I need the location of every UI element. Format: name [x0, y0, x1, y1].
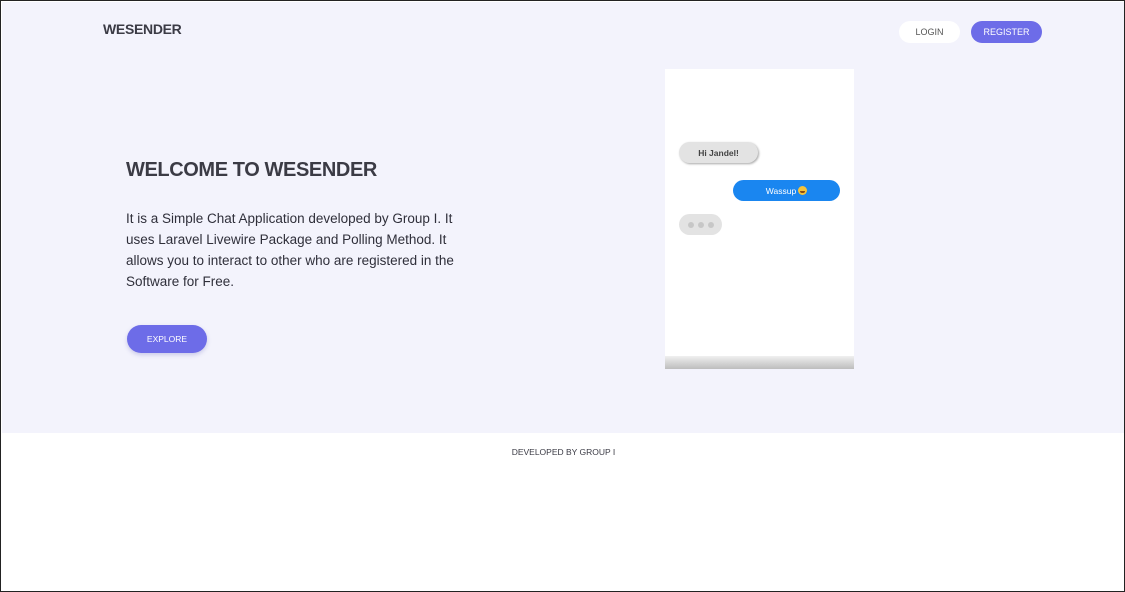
outgoing-message-text: Wassup: [765, 185, 797, 196]
page-frame: WESENDER LOGIN REGISTER WELCOME TO WESEN…: [0, 0, 1125, 592]
typing-dot: [687, 221, 694, 228]
brand-logo[interactable]: WESENDER: [103, 21, 182, 37]
typing-dot: [697, 221, 704, 228]
incoming-message-bubble: Hi Jandel!: [679, 142, 758, 163]
register-button[interactable]: REGISTER: [971, 21, 1042, 43]
hero-description: It is a Simple Chat Application develope…: [126, 211, 454, 289]
incoming-message-text: Hi Jandel!: [698, 147, 739, 158]
typing-dot: [707, 221, 714, 228]
typing-dots-icon: [679, 214, 722, 235]
hero-title: WELCOME TO WESENDER: [126, 159, 377, 181]
hero-section: WESENDER LOGIN REGISTER WELCOME TO WESEN…: [2, 2, 1124, 433]
explore-button[interactable]: EXPLORE: [127, 325, 207, 353]
login-button[interactable]: LOGIN: [899, 21, 960, 43]
outgoing-message-bubble: Wassup: [733, 180, 840, 201]
grinning-face-icon: [798, 186, 808, 195]
footer-credit: DEVELOPED BY GROUP I: [511, 447, 616, 457]
phone-bottom-bar: [665, 356, 854, 369]
chat-preview-phone: Hi Jandel! Wassup: [665, 69, 854, 369]
